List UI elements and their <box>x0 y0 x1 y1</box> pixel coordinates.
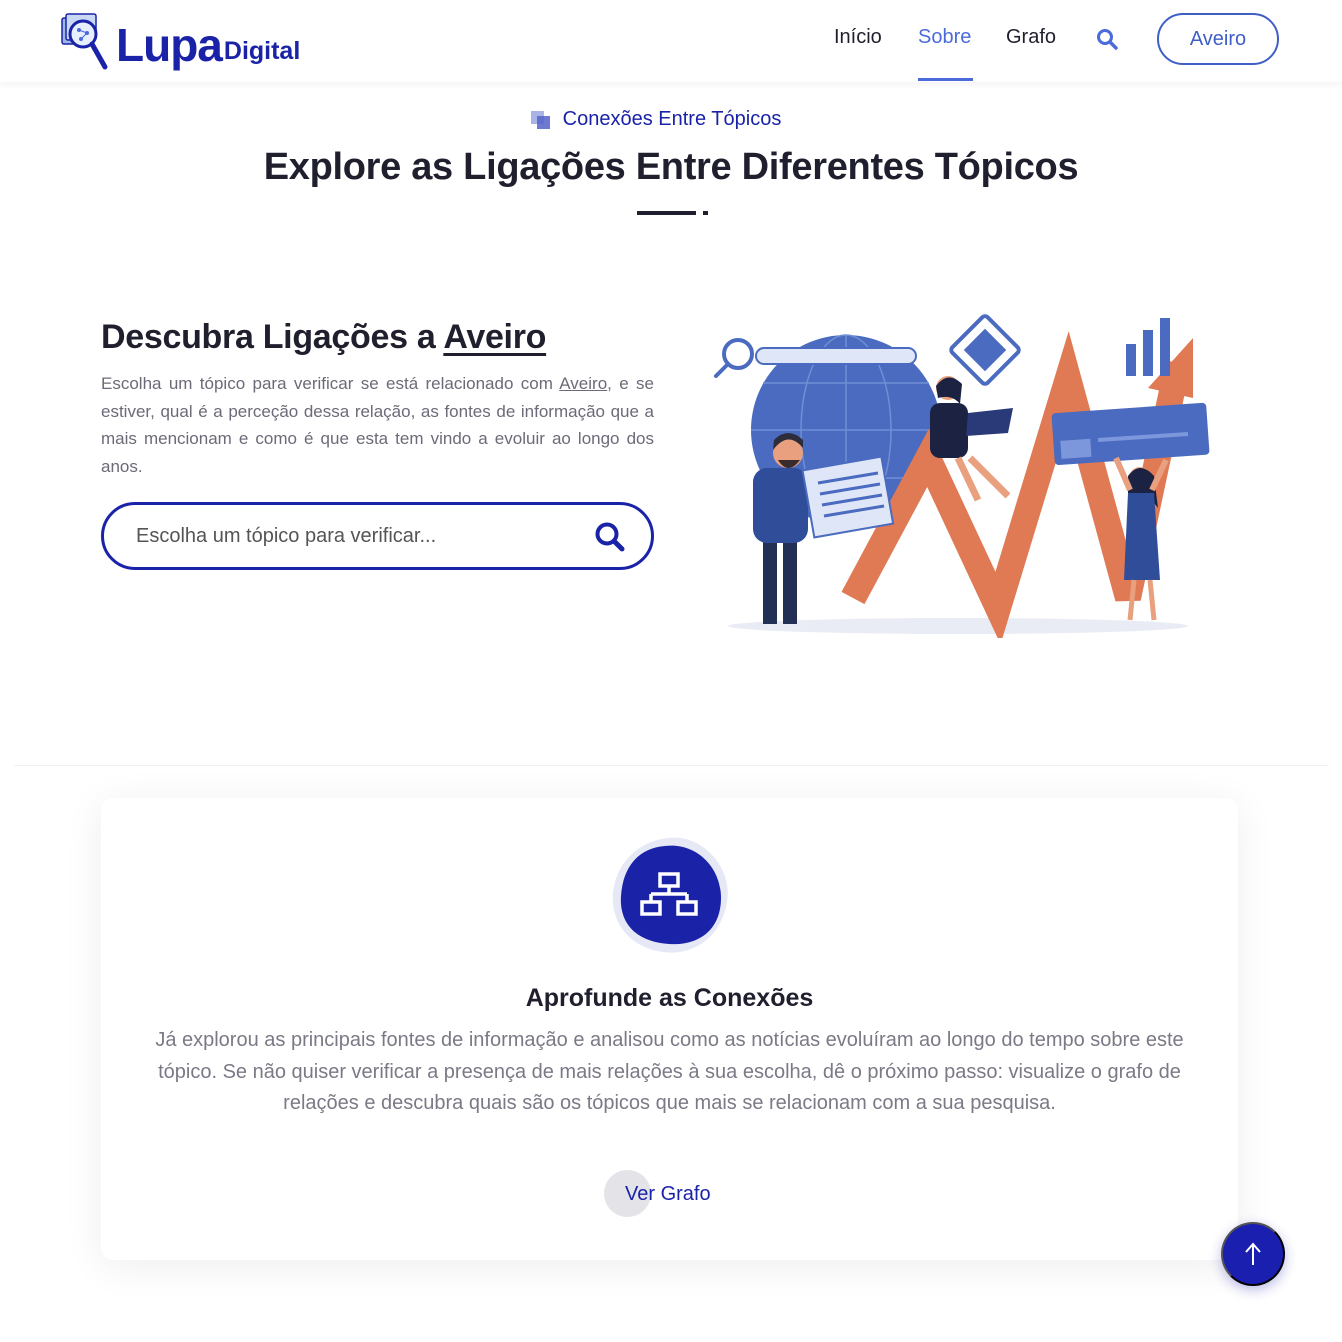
title-underline <box>637 211 696 215</box>
analytics-illustration <box>714 314 1210 638</box>
back-to-top-button[interactable] <box>1221 1222 1285 1286</box>
discover-description: Escolha um tópico para verificar se está… <box>101 370 654 480</box>
main-nav: Início Sobre Grafo Aveiro <box>0 0 1342 82</box>
section-eyebrow: Conexões Entre Tópicos <box>0 108 1342 131</box>
discover-text-topic[interactable]: Aveiro <box>559 374 607 393</box>
topic-button[interactable]: Aveiro <box>1157 13 1279 65</box>
card-description: Já explorou as principais fontes de info… <box>155 1029 1184 1114</box>
search-icon[interactable] <box>1095 27 1119 51</box>
card-title: Aprofunde as Conexões <box>525 984 814 1012</box>
section-divider <box>14 765 1328 766</box>
deepen-connections-card: Aprofunde as Conexões Já explorou as pri… <box>101 798 1238 1260</box>
search-submit-icon[interactable] <box>592 519 628 555</box>
nav-inicio[interactable]: Início <box>834 26 882 49</box>
page-title: Explore as Ligações Entre Diferentes Tóp… <box>263 146 1079 188</box>
topic-search-input[interactable] <box>136 519 576 553</box>
discover-title: Descubra Ligações a Aveiro <box>101 318 546 357</box>
site-header: Lupa Digital Início Sobre Grafo Aveiro <box>0 0 1342 82</box>
topic-search-box <box>101 502 654 570</box>
squares-icon <box>530 110 551 129</box>
view-graph-link[interactable]: Ver Grafo <box>604 1170 734 1218</box>
nav-active-indicator <box>918 78 973 81</box>
arrow-up-icon <box>1245 1242 1261 1265</box>
nav-sobre[interactable]: Sobre <box>918 26 971 49</box>
discover-text-prefix: Escolha um tópico para verificar se está… <box>101 374 560 393</box>
view-graph-label: Ver Grafo <box>625 1183 711 1205</box>
discover-title-topic[interactable]: Aveiro <box>443 318 546 356</box>
title-underline-dot <box>703 211 708 215</box>
nav-grafo[interactable]: Grafo <box>1006 26 1056 49</box>
eyebrow-text: Conexões Entre Tópicos <box>562 108 782 130</box>
discover-title-prefix: Descubra Ligações a <box>101 318 444 356</box>
network-icon <box>612 837 728 953</box>
